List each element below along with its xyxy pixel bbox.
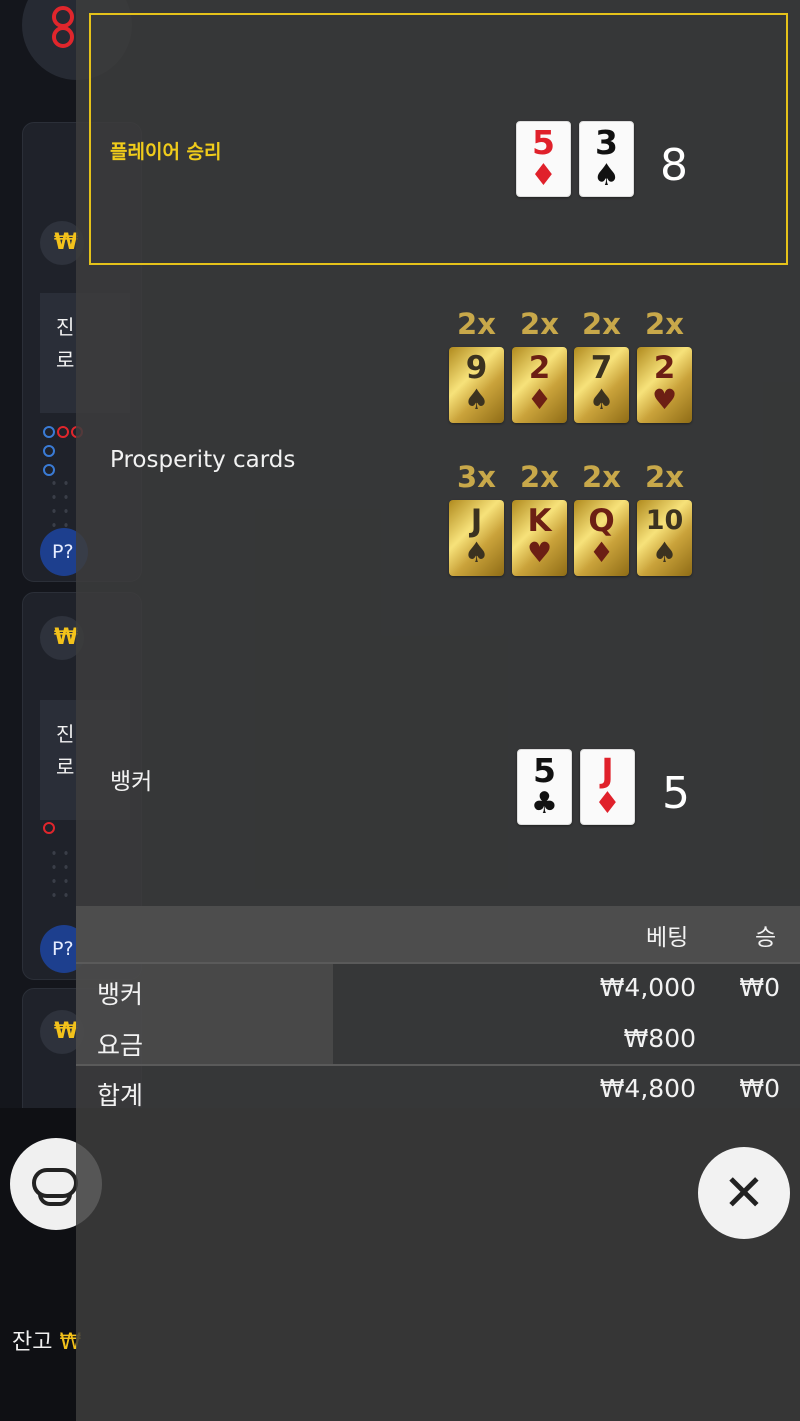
prosperity-card: 2 ♥ <box>637 347 692 423</box>
column-header-win: 승 <box>755 925 777 951</box>
player-card: 5 ♦ <box>516 121 571 197</box>
bet-row-amount: ₩800 <box>623 1024 696 1053</box>
banker-score: 5 <box>662 768 690 819</box>
card-rank: 10 <box>645 505 684 536</box>
row-divider <box>76 1064 800 1066</box>
bead-road <box>42 820 56 839</box>
card-rank: Q <box>588 503 615 539</box>
diamond-suit-icon: ♦ <box>594 786 621 821</box>
prosperity-multiplier: 2x <box>645 307 684 341</box>
table-icon <box>32 1168 78 1206</box>
prosperity-label: Prosperity cards <box>110 447 296 473</box>
balance: 잔고 ₩ <box>12 1324 81 1356</box>
bet-row-win: ₩0 <box>739 973 780 1002</box>
banker-label: 뱅커 <box>110 769 153 795</box>
bets-header <box>76 906 800 962</box>
card-rank: 7 <box>590 350 613 386</box>
card-rank: K <box>527 503 552 539</box>
heart-suit-icon: ♥ <box>651 383 678 416</box>
spade-suit-icon: ♠ <box>463 536 490 569</box>
spade-suit-icon: ♠ <box>588 383 615 416</box>
bet-row-amount: ₩4,000 <box>599 973 696 1002</box>
prosperity-card: 10 ♠ <box>637 500 692 576</box>
prosperity-multiplier: 2x <box>520 307 559 341</box>
prosperity-multiplier: 2x <box>457 307 496 341</box>
diamond-suit-icon: ♦ <box>588 536 615 569</box>
bet-row-label: 합계 <box>97 1081 144 1110</box>
heart-suit-icon: ♥ <box>526 536 553 569</box>
prosperity-card: K ♥ <box>512 500 567 576</box>
prosperity-card: 2 ♦ <box>512 347 567 423</box>
close-icon: ✕ <box>723 1165 765 1221</box>
banker-card: 5 ♣ <box>517 749 572 825</box>
spade-suit-icon: ♠ <box>593 158 620 193</box>
prosperity-multiplier: 2x <box>520 460 559 494</box>
winner-label: 플레이어 승리 <box>110 141 222 163</box>
row-divider <box>76 962 800 964</box>
player-score: 8 <box>660 140 688 191</box>
spade-suit-icon: ♠ <box>651 536 678 569</box>
bet-row-label: 요금 <box>97 1031 144 1060</box>
card-rank: 2 <box>653 350 676 386</box>
prosperity-card: 9 ♠ <box>449 347 504 423</box>
bet-row-amount: ₩4,800 <box>599 1074 696 1103</box>
balance-label: 잔고 <box>12 1330 53 1355</box>
diamond-suit-icon: ♦ <box>530 158 557 193</box>
road-grid <box>48 476 72 536</box>
logo-icon <box>52 6 78 50</box>
spade-suit-icon: ♠ <box>463 383 490 416</box>
bet-row-label: 뱅커 <box>97 980 144 1009</box>
card-rank: 2 <box>528 350 551 386</box>
card-rank: J <box>470 503 483 539</box>
prosperity-card: Q ♦ <box>574 500 629 576</box>
card-rank: 5 <box>532 123 555 162</box>
diamond-suit-icon: ♦ <box>526 383 553 416</box>
prosperity-multiplier: 2x <box>582 307 621 341</box>
player-card: 3 ♠ <box>579 121 634 197</box>
card-rank: 9 <box>465 350 488 386</box>
road-grid <box>48 846 72 906</box>
prosperity-card: J ♠ <box>449 500 504 576</box>
card-rank: 5 <box>533 751 556 790</box>
banker-card: J ♦ <box>580 749 635 825</box>
bet-row-win: ₩0 <box>739 1074 780 1103</box>
prosperity-multiplier: 3x <box>457 460 496 494</box>
card-rank: J <box>601 751 614 790</box>
club-suit-icon: ♣ <box>531 786 558 821</box>
prosperity-multiplier: 2x <box>582 460 621 494</box>
prosperity-card: 7 ♠ <box>574 347 629 423</box>
prosperity-multiplier: 2x <box>645 460 684 494</box>
column-header-bet: 베팅 <box>646 925 689 951</box>
close-button[interactable]: ✕ <box>698 1147 790 1239</box>
card-rank: 3 <box>595 123 618 162</box>
